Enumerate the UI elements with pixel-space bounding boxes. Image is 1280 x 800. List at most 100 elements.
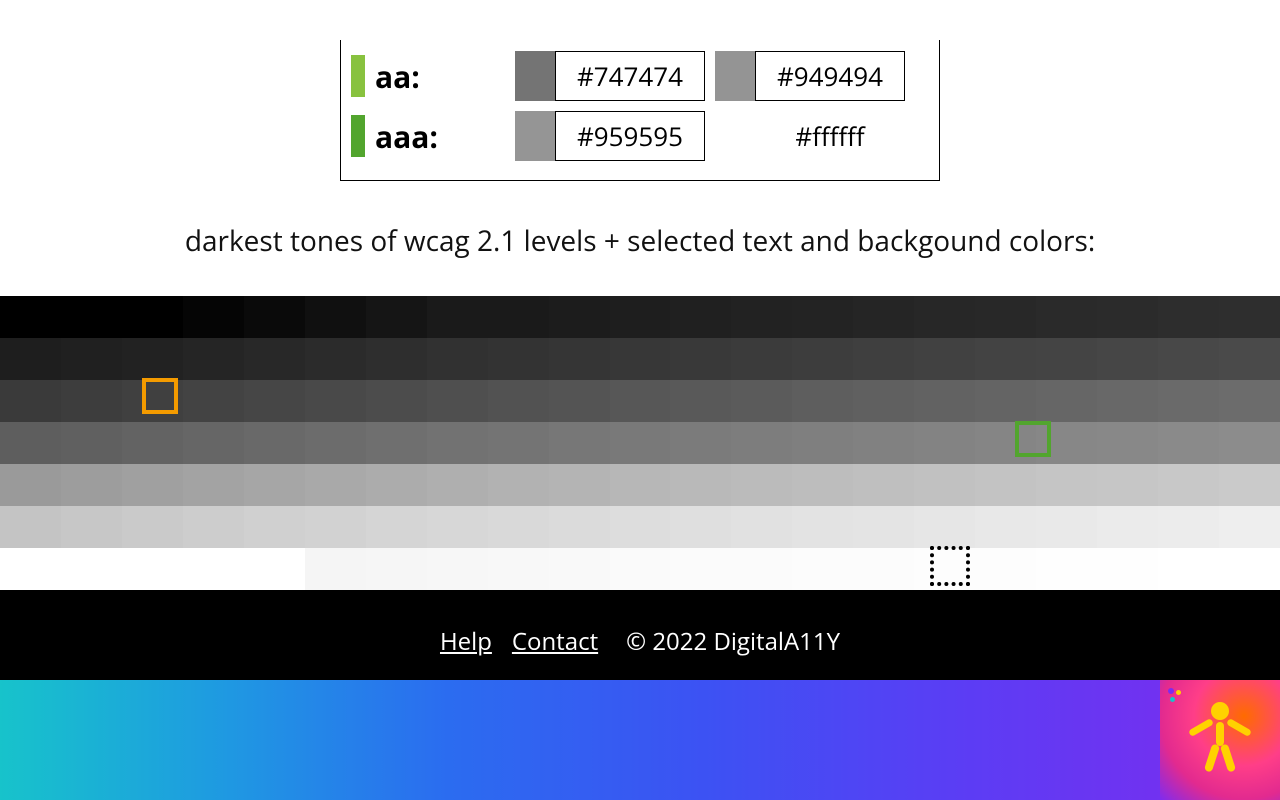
tone-cell[interactable] (731, 548, 792, 590)
tone-cell[interactable] (0, 548, 61, 590)
tone-cell[interactable] (305, 338, 366, 380)
tone-cell[interactable] (183, 464, 244, 506)
tone-cell[interactable] (914, 338, 975, 380)
tone-cell[interactable] (366, 506, 427, 548)
tone-cell[interactable] (427, 296, 488, 338)
tone-cell[interactable] (1158, 422, 1219, 464)
tone-cell[interactable] (1097, 464, 1158, 506)
tone-cell[interactable] (1158, 296, 1219, 338)
tone-cell[interactable] (731, 380, 792, 422)
tone-cell[interactable] (183, 506, 244, 548)
tone-cell[interactable] (1158, 338, 1219, 380)
tone-cell[interactable] (1036, 464, 1097, 506)
tone-cell[interactable] (610, 338, 671, 380)
tone-cell[interactable] (914, 380, 975, 422)
tone-cell[interactable] (1097, 548, 1158, 590)
tone-cell[interactable] (549, 548, 610, 590)
tone-cell[interactable] (305, 296, 366, 338)
selection-marker-orange[interactable] (142, 378, 178, 414)
tone-cell[interactable] (549, 422, 610, 464)
selection-marker-dotted[interactable] (930, 546, 970, 586)
tone-cell[interactable] (427, 338, 488, 380)
tone-cell[interactable] (549, 464, 610, 506)
tone-cell[interactable] (1158, 380, 1219, 422)
tone-cell[interactable] (366, 380, 427, 422)
tone-cell[interactable] (244, 296, 305, 338)
tone-cell[interactable] (792, 464, 853, 506)
tone-cell[interactable] (914, 296, 975, 338)
tone-cell[interactable] (610, 380, 671, 422)
tone-cell[interactable] (0, 380, 61, 422)
tone-cell[interactable] (0, 296, 61, 338)
tone-cell[interactable] (549, 296, 610, 338)
tone-cell[interactable] (183, 338, 244, 380)
tone-cell[interactable] (975, 548, 1036, 590)
tone-cell[interactable] (488, 380, 549, 422)
tone-cell[interactable] (1158, 548, 1219, 590)
tone-cell[interactable] (731, 422, 792, 464)
tone-cell[interactable] (61, 422, 122, 464)
tone-cell[interactable] (853, 422, 914, 464)
tone-cell[interactable] (1097, 338, 1158, 380)
tone-cell[interactable] (914, 506, 975, 548)
tone-cell[interactable] (1097, 506, 1158, 548)
tone-cell[interactable] (549, 338, 610, 380)
tone-cell[interactable] (305, 548, 366, 590)
tone-cell[interactable] (244, 464, 305, 506)
tone-cell[interactable] (792, 380, 853, 422)
tone-cell[interactable] (1158, 506, 1219, 548)
tone-cell[interactable] (1219, 464, 1280, 506)
tone-cell[interactable] (122, 464, 183, 506)
tone-cell[interactable] (670, 548, 731, 590)
tone-cell[interactable] (1036, 506, 1097, 548)
tone-cell[interactable] (975, 296, 1036, 338)
tone-cell[interactable] (244, 506, 305, 548)
tone-cell[interactable] (731, 464, 792, 506)
tone-cell[interactable] (914, 464, 975, 506)
tone-cell[interactable] (61, 548, 122, 590)
accessibility-badge[interactable] (1160, 680, 1280, 800)
tone-cell[interactable] (853, 296, 914, 338)
tone-cell[interactable] (1219, 422, 1280, 464)
tone-cell[interactable] (61, 506, 122, 548)
tone-cell[interactable] (853, 548, 914, 590)
tone-cell[interactable] (670, 380, 731, 422)
tone-cell[interactable] (1158, 464, 1219, 506)
tone-cell[interactable] (244, 338, 305, 380)
tone-cell[interactable] (305, 464, 366, 506)
tone-cell[interactable] (792, 548, 853, 590)
tone-cell[interactable] (792, 506, 853, 548)
tone-cell[interactable] (853, 464, 914, 506)
tone-cell[interactable] (610, 506, 671, 548)
tone-cell[interactable] (1219, 548, 1280, 590)
tone-cell[interactable] (0, 464, 61, 506)
tone-cell[interactable] (853, 380, 914, 422)
tone-cell[interactable] (122, 506, 183, 548)
tone-cell[interactable] (610, 296, 671, 338)
tone-cell[interactable] (0, 422, 61, 464)
tone-cell[interactable] (731, 296, 792, 338)
tone-cell[interactable] (610, 548, 671, 590)
tone-cell[interactable] (670, 338, 731, 380)
tone-cell[interactable] (244, 380, 305, 422)
tone-cell[interactable] (549, 506, 610, 548)
tone-cell[interactable] (792, 296, 853, 338)
tone-cell[interactable] (731, 338, 792, 380)
tone-cell[interactable] (0, 338, 61, 380)
tone-cell[interactable] (61, 296, 122, 338)
tone-cell[interactable] (853, 506, 914, 548)
tone-cell[interactable] (366, 338, 427, 380)
tone-cell[interactable] (1097, 380, 1158, 422)
tone-cell[interactable] (305, 380, 366, 422)
tone-cell[interactable] (183, 422, 244, 464)
tone-cell[interactable] (427, 464, 488, 506)
tone-cell[interactable] (1097, 296, 1158, 338)
tone-cell[interactable] (122, 338, 183, 380)
tone-cell[interactable] (975, 506, 1036, 548)
tone-cell[interactable] (366, 464, 427, 506)
tone-cell[interactable] (975, 338, 1036, 380)
tone-cell[interactable] (427, 422, 488, 464)
tone-cell[interactable] (488, 548, 549, 590)
tone-cell[interactable] (122, 296, 183, 338)
tone-cell[interactable] (488, 464, 549, 506)
